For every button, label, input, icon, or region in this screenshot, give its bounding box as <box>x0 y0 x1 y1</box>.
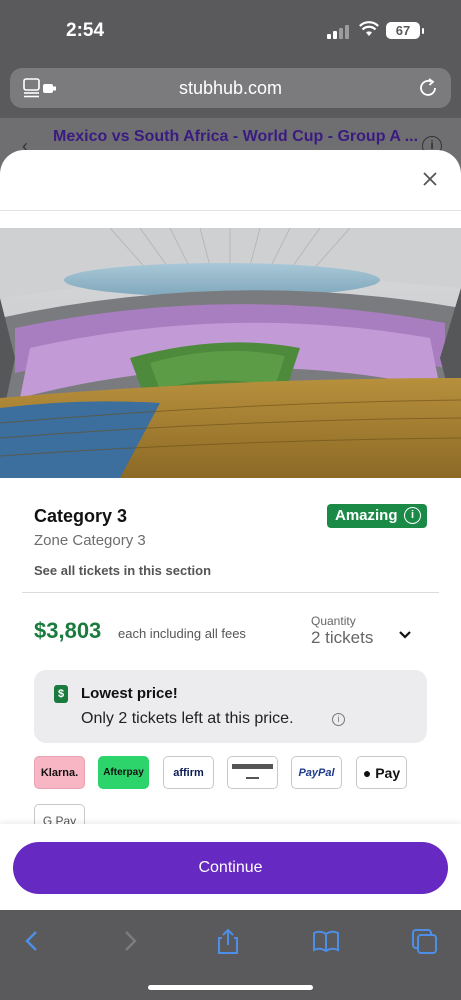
divider <box>22 592 439 593</box>
ticket-price: $3,803 <box>34 618 102 643</box>
quantity-select[interactable]: 2 tickets <box>311 628 373 648</box>
sheet-footer: Continue <box>0 824 461 910</box>
continue-button[interactable]: Continue <box>13 842 448 894</box>
stadium-view-image <box>0 228 461 478</box>
deal-badge[interactable]: Amazing i <box>327 504 427 528</box>
price-note: each including all fees <box>118 626 246 641</box>
url-text[interactable]: stubhub.com <box>10 78 451 99</box>
apple-pay-label: Pay <box>375 764 401 781</box>
close-icon[interactable] <box>421 170 439 188</box>
address-bar[interactable]: stubhub.com <box>10 68 451 108</box>
battery-indicator: 67 <box>386 22 424 39</box>
back-icon[interactable] <box>18 928 46 954</box>
reload-icon[interactable] <box>417 77 439 99</box>
quantity-label: Quantity <box>311 614 356 628</box>
signal-icon <box>327 25 349 39</box>
zone-label: Zone Category 3 <box>34 532 146 549</box>
tabs-icon[interactable] <box>410 928 438 954</box>
price-tag-icon: $ <box>54 685 68 703</box>
category-title: Category 3 <box>34 506 128 526</box>
share-icon[interactable] <box>214 928 242 954</box>
deal-badge-label: Amazing <box>335 507 398 524</box>
event-title: Mexico vs South Africa - World Cup - Gro… <box>53 128 419 145</box>
affirm-payment-icon: affirm <box>163 756 214 789</box>
see-all-tickets-link[interactable]: See all tickets in this section <box>34 563 211 578</box>
afterpay-payment-icon: Afterpay <box>98 756 149 789</box>
wifi-icon <box>359 21 379 36</box>
lowest-price-text: Only 2 tickets left at this price. <box>81 710 294 727</box>
info-icon[interactable]: i <box>404 507 421 524</box>
divider <box>0 210 461 211</box>
lowest-price-title: Lowest price! <box>81 685 178 702</box>
ticket-detail-sheet: Category 3 Amazing i Zone Category 3 See… <box>0 150 461 910</box>
info-icon[interactable]: i <box>332 713 345 726</box>
lowest-price-notice: $ Lowest price! Only 2 tickets left at t… <box>34 670 427 743</box>
status-time: 2:54 <box>66 20 105 41</box>
apple-pay-icon: ● Pay <box>356 756 407 789</box>
home-indicator <box>148 985 313 990</box>
bookmarks-icon[interactable] <box>312 928 340 954</box>
apple-logo-icon: ● <box>362 764 376 781</box>
klarna-payment-icon: Klarna. <box>34 756 85 789</box>
paypal-payment-icon: PayPal <box>291 756 342 789</box>
credit-card-icon <box>227 756 278 789</box>
status-bar: 2:54 67 <box>0 0 461 62</box>
forward-icon[interactable] <box>116 928 144 954</box>
chevron-down-icon[interactable] <box>398 628 412 642</box>
